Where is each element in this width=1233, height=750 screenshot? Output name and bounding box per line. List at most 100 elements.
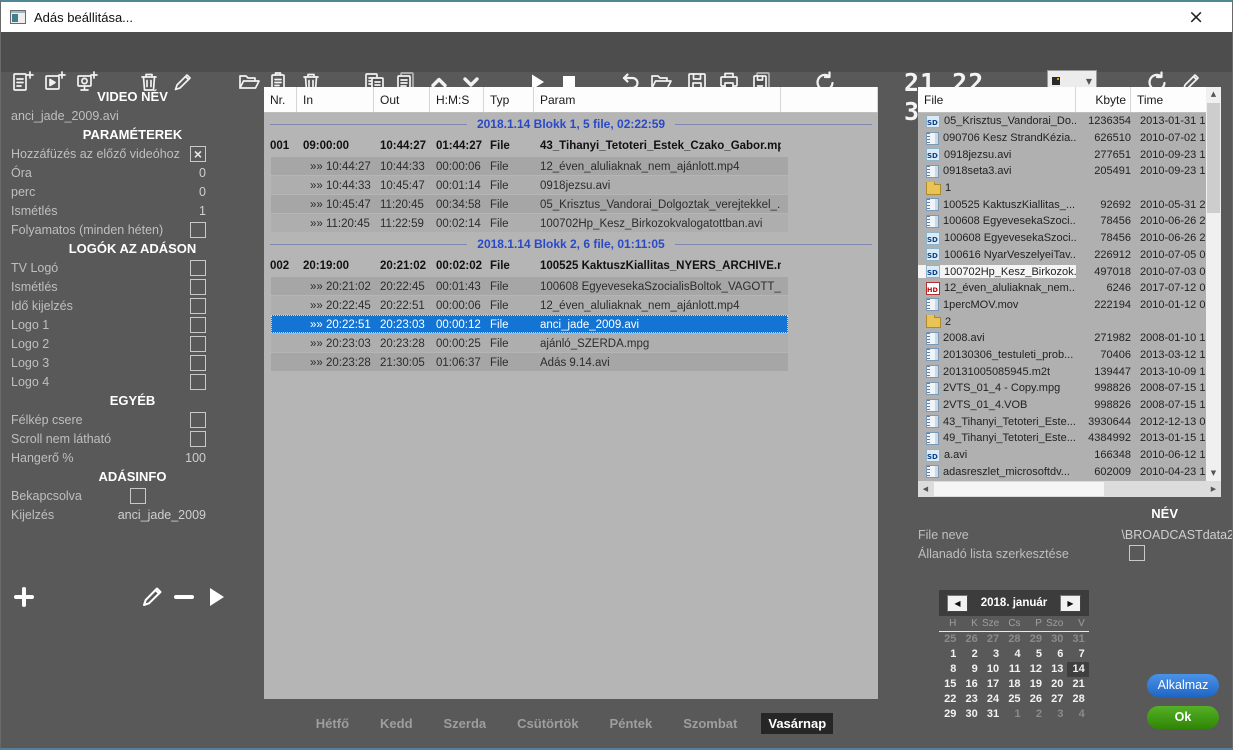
file-name-cell[interactable]: SD100702Hp_Kesz_Birkozok...: [918, 265, 1076, 278]
checkbox[interactable]: [190, 317, 206, 333]
column-header[interactable]: Param: [534, 87, 781, 112]
vertical-scrollbar[interactable]: ▲ ▼: [1206, 87, 1221, 481]
file-row[interactable]: SD0918jezsu.avi2776512010-09-23 1: [918, 146, 1206, 163]
apply-button[interactable]: Alkalmaz: [1147, 674, 1219, 697]
calendar-day[interactable]: 15: [939, 677, 960, 692]
day-tab-csütörtök[interactable]: Csütörtök: [510, 713, 585, 734]
calendar-day[interactable]: 4: [1003, 647, 1024, 662]
day-tab-hétfő[interactable]: Hétfő: [309, 713, 356, 734]
ok-button[interactable]: Ok: [1147, 706, 1219, 729]
playlist-row[interactable]: »» 20:22:4520:22:5100:00:06File12_éven_a…: [264, 296, 878, 315]
checkbox[interactable]: [130, 488, 146, 504]
file-name-cell[interactable]: adasreszlet_microsoftdv...: [918, 465, 1076, 478]
vscroll-thumb[interactable]: [1207, 103, 1220, 213]
calendar-day[interactable]: 29: [939, 707, 960, 722]
file-name-cell[interactable]: 1percMOV.mov: [918, 298, 1076, 311]
column-header[interactable]: Out: [374, 87, 430, 112]
calendar-day[interactable]: 10: [982, 662, 1003, 677]
scroll-right-icon[interactable]: ▶: [1206, 481, 1221, 497]
calendar-day[interactable]: 28: [1003, 632, 1024, 647]
file-row[interactable]: 49_Tihanyi_Tetoteri_Este...43849922013-0…: [918, 430, 1206, 447]
file-name-cell[interactable]: 100608 EgyevesekaSzoci...: [918, 215, 1076, 228]
calendar-day[interactable]: 21: [1067, 677, 1088, 692]
playlist-row[interactable]: »» 20:21:0220:22:4500:01:43File100608 Eg…: [264, 277, 878, 296]
calendar-next-icon[interactable]: ▶: [1060, 595, 1081, 612]
file-row[interactable]: 20131005085945.m2t1394472013-10-09 1: [918, 363, 1206, 380]
calendar-day[interactable]: 4: [1067, 707, 1088, 722]
calendar-day[interactable]: 20: [1046, 677, 1067, 692]
calendar-day[interactable]: 6: [1046, 647, 1067, 662]
file-name-cell[interactable]: 49_Tihanyi_Tetoteri_Este...: [918, 432, 1076, 445]
calendar-day[interactable]: 22: [939, 692, 960, 707]
playlist-row[interactable]: »» 10:44:3310:45:4700:01:14File0918jezsu…: [264, 176, 878, 195]
playlist-row[interactable]: »» 11:20:4511:22:5900:02:14File100702Hp_…: [264, 214, 878, 233]
calendar-day[interactable]: 24: [982, 692, 1003, 707]
calendar-day[interactable]: 14: [1067, 662, 1088, 677]
calendar-day[interactable]: 25: [939, 632, 960, 647]
horizontal-scrollbar[interactable]: ◀ ▶: [918, 481, 1221, 497]
file-row[interactable]: 43_Tihanyi_Tetoteri_Este...39306442012-1…: [918, 413, 1206, 430]
calendar-day[interactable]: 31: [982, 707, 1003, 722]
checkbox[interactable]: [190, 222, 206, 238]
file-row[interactable]: 2VTS_01_4 - Copy.mpg9988262008-07-15 1: [918, 380, 1206, 397]
playlist-row[interactable]: »» 20:23:0320:23:2800:00:25Fileajánló_SZ…: [264, 334, 878, 353]
column-header[interactable]: File: [918, 87, 1076, 112]
calendar-day[interactable]: 28: [1067, 692, 1088, 707]
close-icon[interactable]: ×: [1188, 6, 1204, 28]
calendar-day[interactable]: 1: [1003, 707, 1024, 722]
scroll-up-icon[interactable]: ▲: [1206, 87, 1221, 102]
file-row[interactable]: SDa.avi1663482010-06-12 1: [918, 447, 1206, 464]
calendar-day[interactable]: 8: [939, 662, 960, 677]
checkbox[interactable]: [190, 412, 206, 428]
day-tab-szerda[interactable]: Szerda: [437, 713, 494, 734]
calendar-day[interactable]: 19: [1025, 677, 1046, 692]
checkbox[interactable]: [190, 279, 206, 295]
checkbox[interactable]: [190, 336, 206, 352]
file-row[interactable]: 2: [918, 313, 1206, 330]
edit-icon[interactable]: [139, 584, 165, 610]
file-name-cell[interactable]: 2VTS_01_4 - Copy.mpg: [918, 382, 1076, 395]
file-name-cell[interactable]: SD0918jezsu.avi: [918, 148, 1076, 161]
calendar-day[interactable]: 11: [1003, 662, 1024, 677]
field-value[interactable]: 0: [199, 185, 206, 199]
checkbox[interactable]: [190, 260, 206, 276]
file-name-cell[interactable]: 20131005085945.m2t: [918, 365, 1076, 378]
day-tab-vasárnap[interactable]: Vasárnap: [761, 713, 833, 734]
checkbox[interactable]: ×: [190, 146, 206, 162]
day-tab-szombat[interactable]: Szombat: [676, 713, 744, 734]
calendar-day[interactable]: 30: [1046, 632, 1067, 647]
file-name-cell[interactable]: HD12_éven_aluliaknak_nem...: [918, 282, 1076, 295]
day-tab-kedd[interactable]: Kedd: [373, 713, 420, 734]
file-name-cell[interactable]: 0918seta3.avi: [918, 165, 1076, 178]
checkbox[interactable]: [190, 374, 206, 390]
file-name-cell[interactable]: 20130306_testuleti_prob...: [918, 348, 1076, 361]
allando-lista-checkbox[interactable]: [1129, 545, 1145, 561]
calendar-day[interactable]: 1: [939, 647, 960, 662]
remove-icon[interactable]: [171, 584, 197, 610]
file-name-cell[interactable]: SD05_Krisztus_Vandorai_Do...: [918, 115, 1076, 128]
file-row[interactable]: 1percMOV.mov2221942010-01-12 0: [918, 297, 1206, 314]
column-header[interactable]: H:M:S: [430, 87, 484, 112]
file-row[interactable]: 090706 Kesz StrandKézia...6265102010-07-…: [918, 130, 1206, 147]
file-name-cell[interactable]: 43_Tihanyi_Tetoteri_Este...: [918, 415, 1076, 428]
file-row[interactable]: 2VTS_01_4.VOB9988262008-07-15 1: [918, 397, 1206, 414]
file-row[interactable]: SD100702Hp_Kesz_Birkozok...4970182010-07…: [918, 263, 1206, 280]
file-name-cell[interactable]: 100525 KaktuszKiallitas_...: [918, 198, 1076, 211]
calendar-day[interactable]: 16: [960, 677, 981, 692]
checkbox[interactable]: [190, 298, 206, 314]
calendar-day[interactable]: 5: [1025, 647, 1046, 662]
file-row[interactable]: SD100608 EgyevesekaSzoci...784562010-06-…: [918, 230, 1206, 247]
calendar-day[interactable]: 3: [1046, 707, 1067, 722]
file-row[interactable]: 0918seta3.avi2054912010-09-23 1: [918, 163, 1206, 180]
column-header[interactable]: Typ: [484, 87, 534, 112]
calendar-prev-icon[interactable]: ◀: [947, 595, 968, 612]
file-row[interactable]: SD05_Krisztus_Vandorai_Do...12363542013-…: [918, 113, 1206, 130]
hscroll-thumb[interactable]: [934, 482, 1104, 496]
file-row[interactable]: 1: [918, 180, 1206, 197]
field-value[interactable]: 1: [199, 204, 206, 218]
calendar-day[interactable]: 12: [1025, 662, 1046, 677]
checkbox[interactable]: [190, 431, 206, 447]
file-name-cell[interactable]: 2: [918, 315, 1076, 328]
column-header[interactable]: Kbyte: [1076, 87, 1131, 112]
file-row[interactable]: SD100616 NyarVeszelyeiTav...2269122010-0…: [918, 247, 1206, 264]
